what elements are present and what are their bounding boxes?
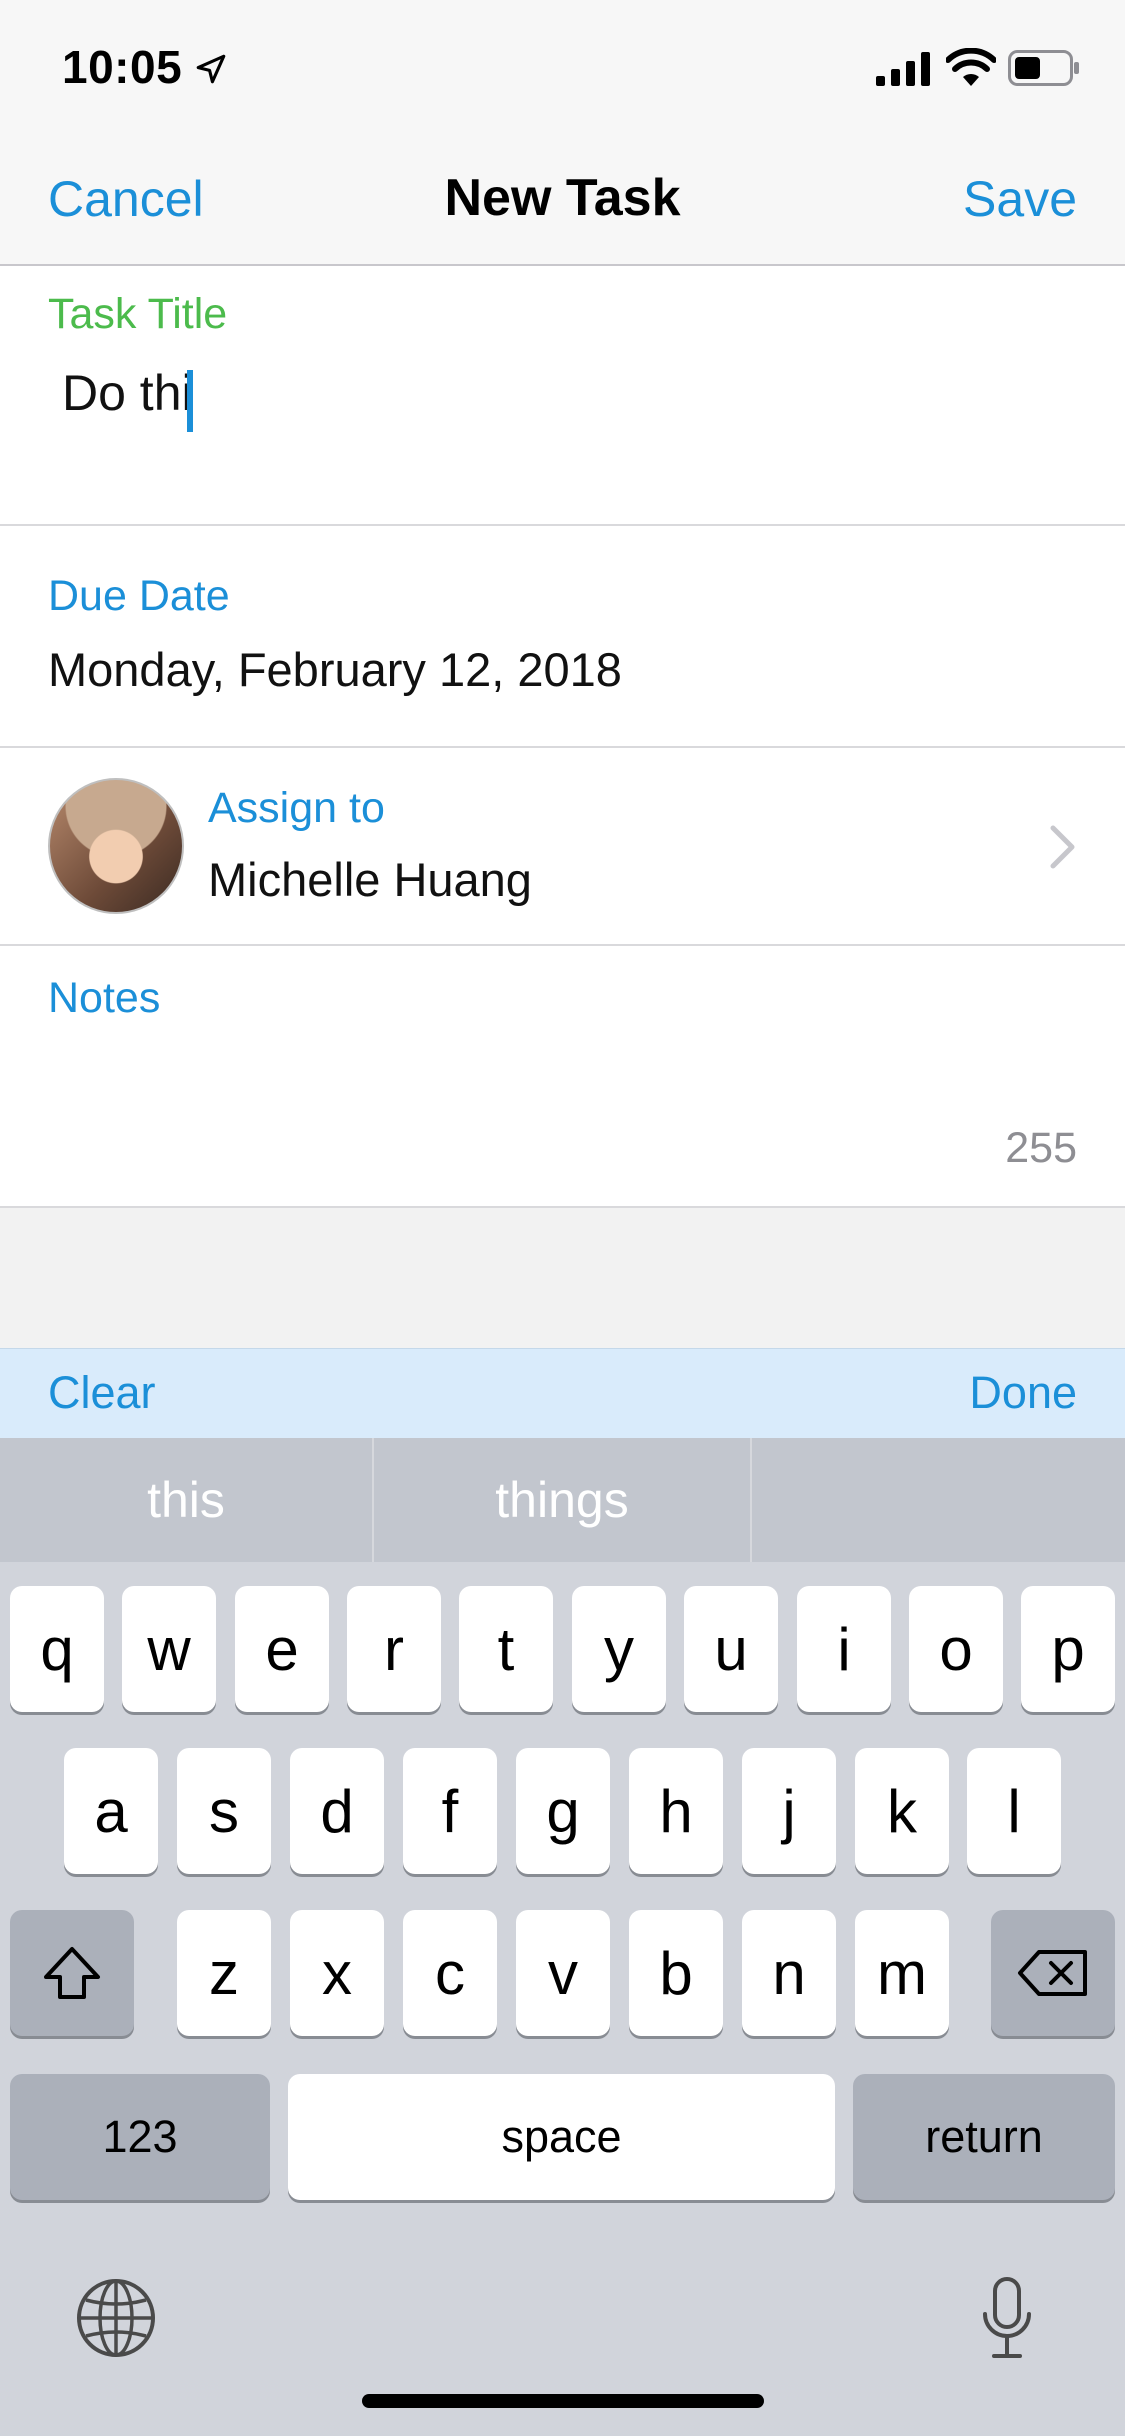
location-arrow-icon [196, 54, 226, 84]
key-l[interactable]: l [967, 1748, 1061, 1874]
backspace-icon [1018, 1950, 1087, 1996]
task-title-input[interactable]: Do thi [62, 364, 193, 422]
return-key[interactable]: return [853, 2074, 1115, 2200]
key-w[interactable]: w [122, 1586, 216, 1712]
avatar [48, 778, 184, 914]
notes-field[interactable]: Notes 255 [0, 946, 1125, 1208]
microphone-icon[interactable] [980, 2276, 1034, 2360]
done-button[interactable]: Done [969, 1367, 1077, 1419]
delete-key[interactable] [991, 1910, 1115, 2036]
suggestion-2[interactable]: things [374, 1438, 750, 1562]
key-u[interactable]: u [684, 1586, 778, 1712]
suggestion-bar: this things [0, 1438, 1125, 1562]
clear-button[interactable]: Clear [48, 1367, 156, 1419]
globe-icon[interactable] [76, 2278, 156, 2358]
space-key[interactable]: space [288, 2074, 835, 2200]
keyboard-accessory-bar: Clear Done [0, 1348, 1125, 1438]
key-t[interactable]: t [459, 1586, 553, 1712]
suggestion-3[interactable] [752, 1438, 1125, 1562]
due-date-label: Due Date [48, 572, 230, 620]
key-x[interactable]: x [290, 1910, 384, 2036]
key-s[interactable]: s [177, 1748, 271, 1874]
key-a[interactable]: a [64, 1748, 158, 1874]
status-time: 10:05 [62, 41, 183, 93]
key-p[interactable]: p [1021, 1586, 1115, 1712]
key-o[interactable]: o [909, 1586, 1003, 1712]
wifi-icon [946, 48, 996, 86]
key-z[interactable]: z [177, 1910, 271, 2036]
due-date-field[interactable]: Due Date Monday, February 12, 2018 [0, 526, 1125, 748]
key-m[interactable]: m [855, 1910, 949, 2036]
key-r[interactable]: r [347, 1586, 441, 1712]
key-d[interactable]: d [290, 1748, 384, 1874]
key-b[interactable]: b [629, 1910, 723, 2036]
key-j[interactable]: j [742, 1748, 836, 1874]
status-bar: 10:05 [0, 0, 1125, 132]
home-indicator[interactable] [362, 2394, 764, 2408]
key-q[interactable]: q [10, 1586, 104, 1712]
assign-to-label: Assign to [208, 784, 385, 832]
keyboard: this things q w e r t y u i o p a s d f … [0, 1438, 1125, 2436]
key-h[interactable]: h [629, 1748, 723, 1874]
due-date-value: Monday, February 12, 2018 [48, 643, 622, 696]
suggestion-1[interactable]: this [0, 1438, 372, 1562]
notes-label: Notes [48, 974, 161, 1022]
assign-to-row[interactable]: Assign to Michelle Huang [0, 748, 1125, 946]
numbers-key[interactable]: 123 [10, 2074, 270, 2200]
shift-key[interactable] [10, 1910, 134, 2036]
battery-icon [1008, 50, 1079, 86]
key-g[interactable]: g [516, 1748, 610, 1874]
shift-icon [44, 1947, 100, 1999]
key-e[interactable]: e [235, 1586, 329, 1712]
key-v[interactable]: v [516, 1910, 610, 2036]
cancel-button[interactable]: Cancel [48, 170, 204, 228]
key-k[interactable]: k [855, 1748, 949, 1874]
key-n[interactable]: n [742, 1910, 836, 2036]
save-button[interactable]: Save [963, 170, 1077, 228]
task-title-label: Task Title [48, 290, 228, 338]
task-form: Task Title Do thi Due Date Monday, Febru… [0, 266, 1125, 1208]
key-i[interactable]: i [797, 1586, 891, 1712]
assignee-name: Michelle Huang [208, 853, 532, 906]
task-title-field[interactable]: Task Title Do thi [0, 266, 1125, 526]
key-f[interactable]: f [403, 1748, 497, 1874]
cellular-signal-icon [876, 52, 930, 86]
chevron-right-icon [1050, 825, 1075, 869]
text-cursor [187, 370, 193, 432]
notes-character-count: 255 [1005, 1124, 1077, 1172]
key-c[interactable]: c [403, 1910, 497, 2036]
nav-bar: New Task Cancel Save [0, 132, 1125, 266]
key-y[interactable]: y [572, 1586, 666, 1712]
